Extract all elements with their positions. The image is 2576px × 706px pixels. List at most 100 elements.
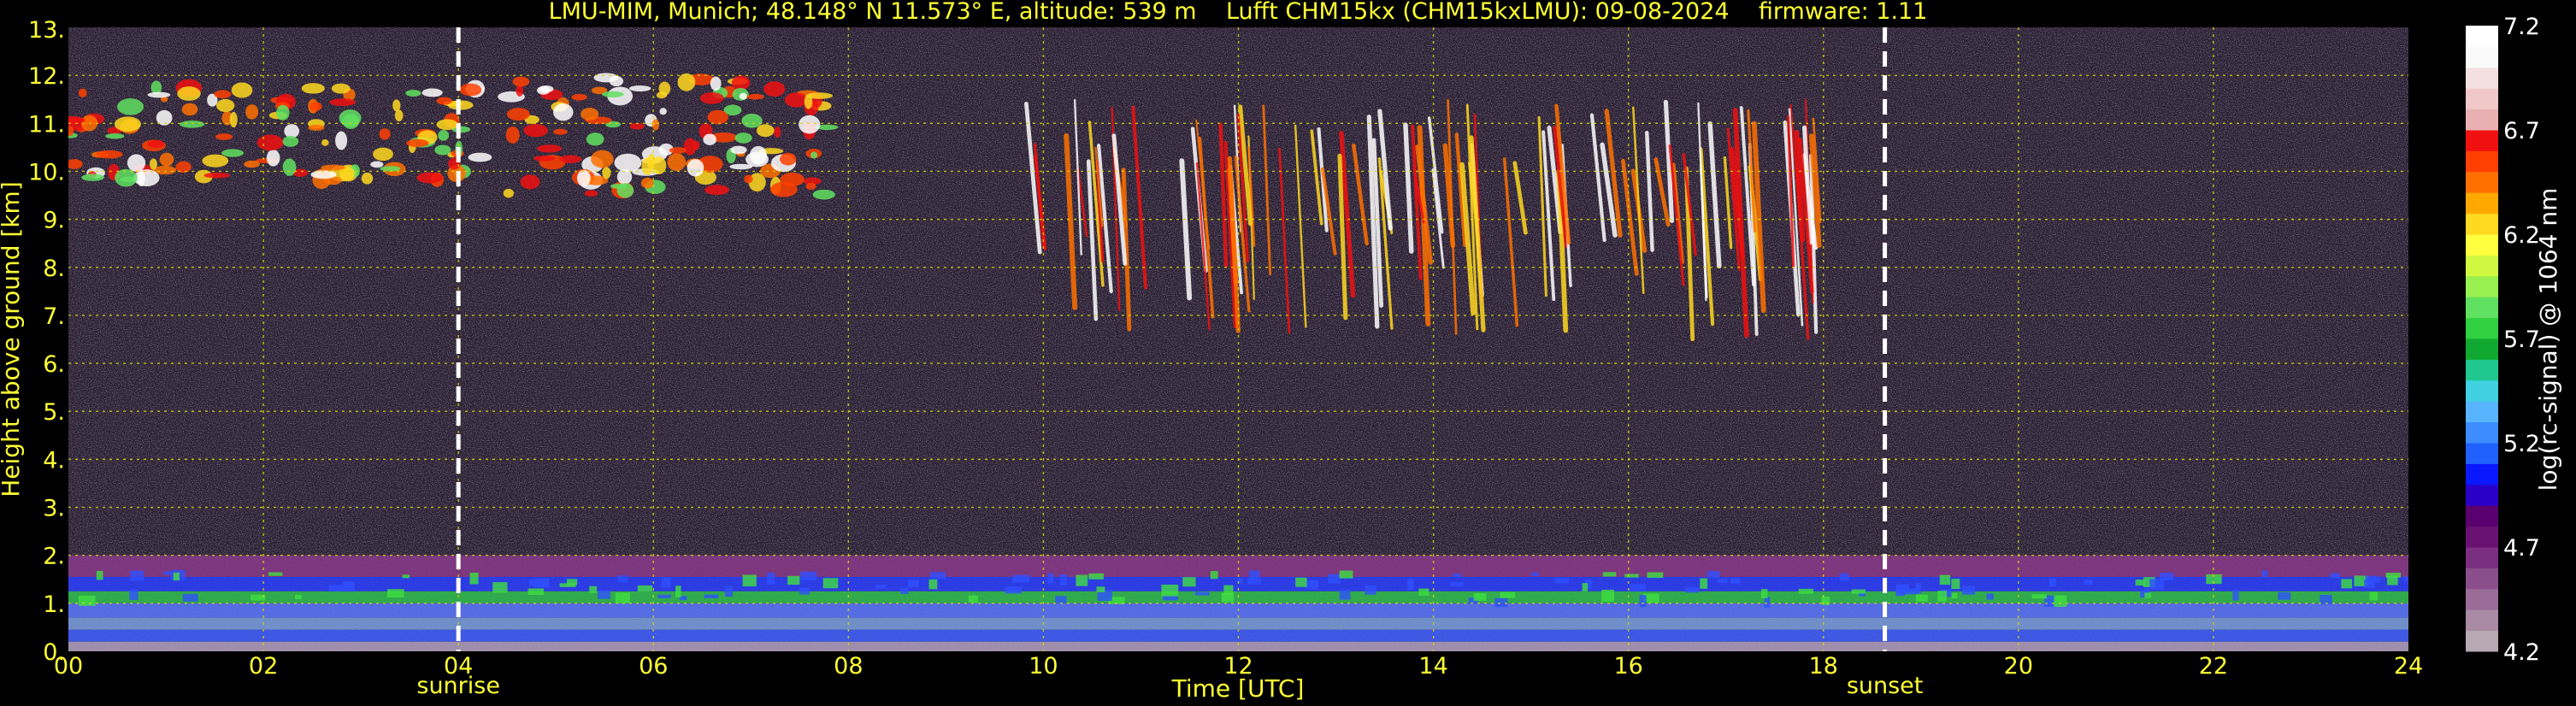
boundary-layer-speckle: [1182, 577, 1196, 587]
cirrus-patch: [703, 133, 716, 145]
cirrus-patch: [699, 92, 724, 104]
boundary-layer-speckle: [1554, 578, 1569, 584]
cirrus-patch: [593, 73, 619, 83]
x-tick-label: 14: [1418, 653, 1447, 680]
boundary-layer-speckle: [2149, 579, 2164, 591]
boundary-layer-speckle: [928, 579, 938, 590]
cirrus-patch: [571, 93, 587, 101]
colorbar-segment: [2466, 67, 2498, 89]
cirrus-patch: [559, 155, 582, 163]
boundary-layer-speckle: [822, 578, 839, 589]
cirrus-patch: [602, 167, 611, 179]
boundary-layer-speckle: [2049, 578, 2056, 587]
cirrus-patch: [770, 181, 798, 197]
boundary-layer-speckle: [534, 578, 550, 588]
colorbar-segment: [2466, 401, 2498, 423]
boundary-layer-speckle: [1473, 592, 1487, 601]
boundary-layer-speckle: [1937, 591, 1947, 602]
boundary-layer-speckle: [2135, 580, 2145, 586]
cirrus-patch: [468, 152, 492, 162]
colorbar-segment: [2466, 443, 2498, 464]
boundary-layer-band: [68, 555, 2408, 577]
boundary-layer-speckle: [598, 590, 610, 599]
colorbar-segment: [2466, 317, 2498, 339]
cirrus-patch: [215, 98, 235, 113]
cirrus-patch: [361, 172, 374, 185]
cirrus-patch: [601, 91, 624, 97]
y-tick-labels: 0.1.2.3.4.5.6.7.8.9.10.11.12.13.: [28, 17, 65, 666]
colorbar-segment: [2466, 484, 2498, 506]
boundary-layer-speckle: [1339, 570, 1353, 579]
x-tick-label: 10: [1029, 653, 1058, 680]
cirrus-patch: [584, 190, 598, 197]
cirrus-patch: [669, 147, 687, 154]
colorbar-tick-label: 7.2: [2503, 14, 2540, 40]
cirrus-patch: [799, 115, 821, 134]
cirrus-patch: [229, 111, 238, 128]
boundary-layer-speckle: [1418, 588, 1429, 596]
boundary-layer-speckle: [1951, 579, 1960, 590]
boundary-layer-speckle: [1210, 571, 1218, 580]
y-tick-label: 8.: [43, 256, 65, 282]
boundary-layer-speckle: [1895, 589, 1906, 597]
cirrus-patch: [581, 108, 599, 121]
boundary-layer-speckle: [615, 592, 630, 603]
boundary-layer-speckle: [1647, 572, 1664, 579]
boundary-layer-speckle: [2364, 580, 2375, 588]
cirrus-patch: [177, 86, 201, 101]
boundary-layer-speckle: [742, 574, 757, 587]
boundary-layer-speckle: [1630, 584, 1646, 592]
cirrus-patch: [405, 138, 429, 147]
boundary-layer-speckle: [1453, 574, 1462, 578]
boundary-layer-speckle: [657, 594, 671, 598]
cirrus-patch: [321, 164, 345, 171]
boundary-layer-speckle: [1851, 589, 1866, 594]
colorbar-segment: [2466, 421, 2498, 444]
colorbar-segment: [2466, 505, 2498, 527]
cirrus-patch: [105, 133, 125, 139]
boundary-layer-speckle: [637, 585, 652, 592]
boundary-layer-speckle: [900, 587, 909, 594]
colorbar-segment: [2466, 234, 2498, 256]
y-tick-label: 3.: [43, 496, 65, 522]
cirrus-patch: [202, 154, 229, 168]
boundary-layer-speckle: [96, 570, 103, 580]
boundary-layer-speckle: [1305, 580, 1318, 590]
cirrus-patch: [810, 151, 818, 159]
cirrus-patch: [245, 104, 259, 120]
boundary-layer-speckle: [907, 580, 919, 587]
boundary-layer-speckle: [1685, 586, 1699, 593]
colorbar-segment: [2466, 192, 2498, 215]
colorbar-segment: [2466, 26, 2498, 47]
boundary-layer-speckle: [1012, 574, 1030, 583]
boundary-layer-speckle: [1531, 572, 1539, 577]
cirrus-patch: [731, 75, 751, 91]
x-tick-label: 24: [2394, 653, 2423, 680]
cirrus-patch: [221, 149, 244, 157]
boundary-layer-speckle: [2232, 589, 2239, 601]
cirrus-patch: [707, 109, 728, 125]
boundary-layer-speckle: [173, 572, 180, 581]
boundary-layer-speckle: [2385, 573, 2402, 578]
boundary-layer-speckle: [1839, 573, 1849, 581]
colorbar-segment: [2466, 588, 2498, 610]
cirrus-patch: [677, 73, 696, 91]
boundary-layer-speckle: [1076, 574, 1088, 586]
cirrus-patch: [505, 126, 520, 144]
boundary-layer-speckle: [1717, 579, 1728, 583]
cirrus-patch: [756, 124, 775, 138]
y-tick-label: 2.: [43, 544, 65, 570]
boundary-layer-speckle: [2330, 573, 2340, 579]
cirrus-patch: [421, 88, 443, 97]
cirrus-patch: [640, 177, 654, 189]
boundary-layer-speckle: [469, 572, 479, 585]
boundary-layer-speckle: [2278, 591, 2291, 600]
cirrus-patch: [244, 160, 260, 168]
colorbar-segment: [2466, 297, 2498, 319]
cirrus-patch: [438, 129, 450, 141]
cirrus-patch: [203, 172, 231, 179]
x-tick-label: 06: [639, 653, 668, 680]
cirrus-patch: [266, 149, 280, 167]
cirrus-patch: [512, 76, 530, 87]
boundary-layer-speckle: [1915, 594, 1928, 602]
